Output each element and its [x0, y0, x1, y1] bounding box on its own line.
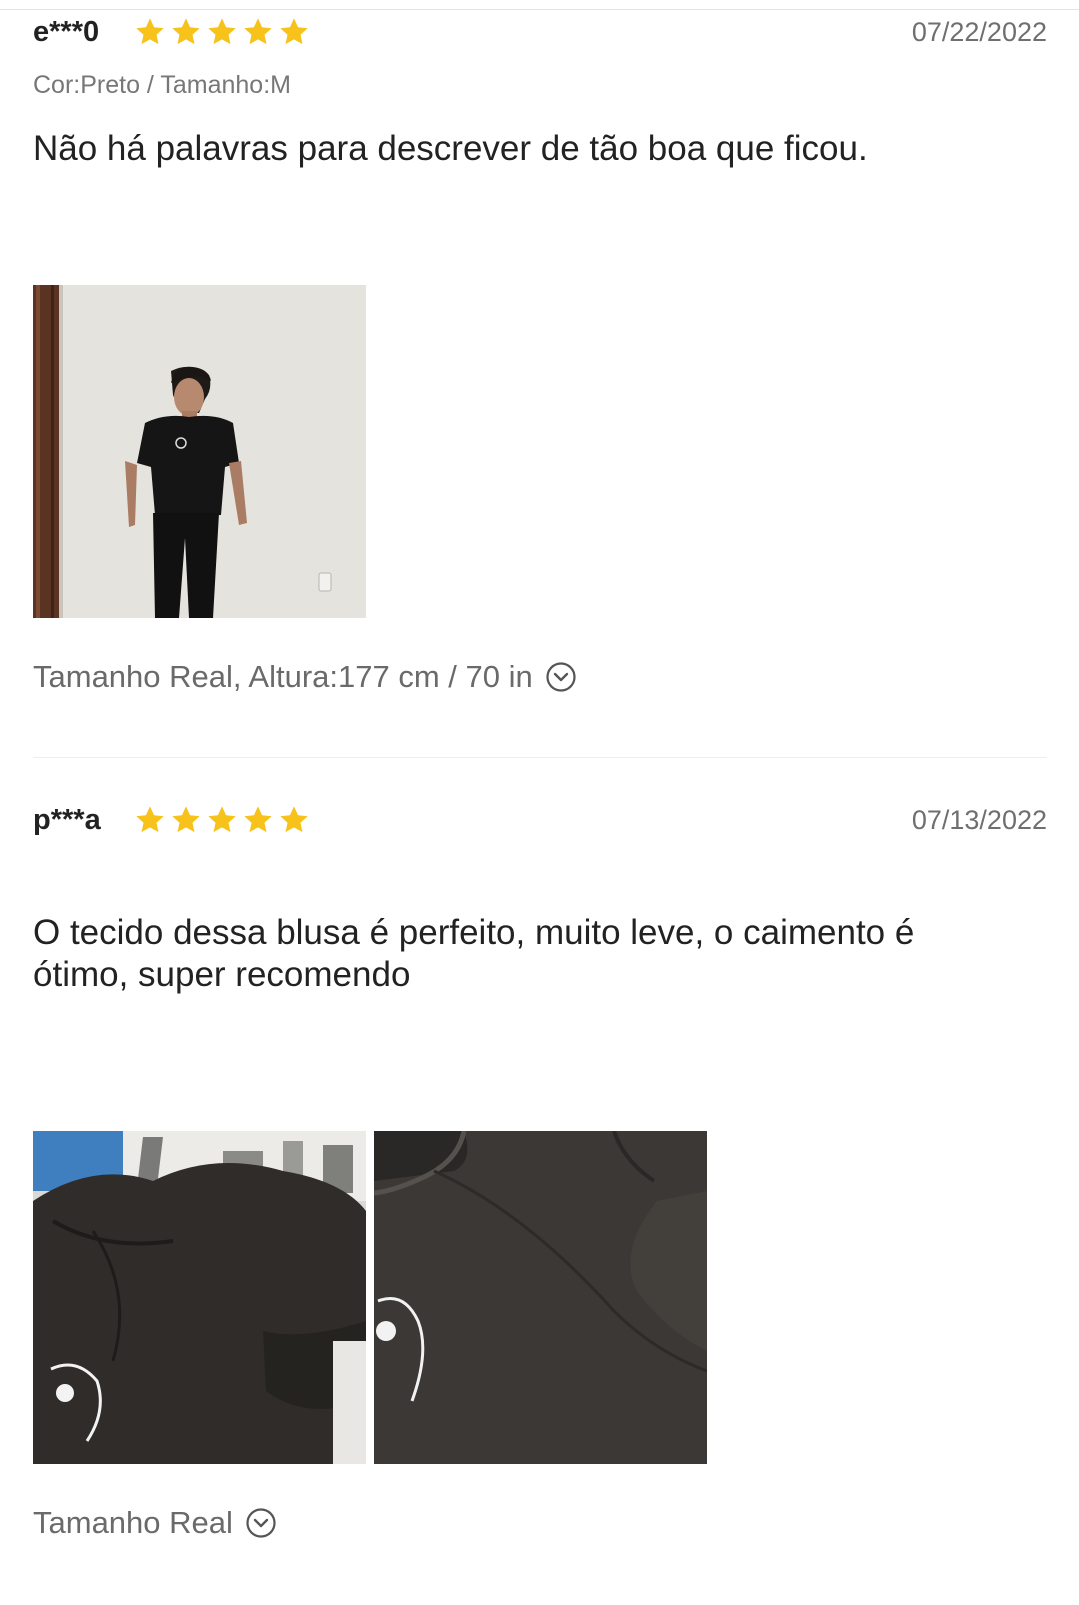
star-icon: [244, 18, 272, 45]
chevron-circle-down-icon[interactable]: [245, 1507, 277, 1539]
star-icon: [280, 806, 308, 833]
star-icon: [208, 806, 236, 833]
review-photos: [33, 1131, 707, 1464]
review-photos: [33, 285, 366, 618]
star-icon: [208, 18, 236, 45]
fit-text: Tamanho Real: [33, 1505, 233, 1540]
review-card: p***a 07/13/2022 O tecido dessa blusa é …: [33, 800, 1047, 1590]
reviewer-name: e***0: [33, 16, 100, 48]
review-date: 07/22/2022: [911, 17, 1047, 47]
product-variant: Cor:Preto / Tamanho:M: [33, 71, 291, 99]
fit-text: Tamanho Real, Altura:177 cm / 70 in: [33, 659, 533, 694]
chevron-circle-down-icon[interactable]: [545, 661, 577, 693]
review-photo-shirt-flat[interactable]: [33, 1131, 366, 1464]
reviewer-name: p***a: [33, 804, 101, 836]
star-rating: [134, 804, 310, 836]
fit-info[interactable]: Tamanho Real: [33, 1502, 277, 1544]
review-date: 07/13/2022: [911, 805, 1047, 835]
review-text: O tecido dessa blusa é perfeito, muito l…: [33, 913, 915, 994]
fit-info[interactable]: Tamanho Real, Altura:177 cm / 70 in: [33, 656, 577, 698]
star-icon: [136, 18, 164, 45]
review-photo-man-in-black-tshirt[interactable]: [33, 285, 366, 618]
review-header: e***0 07/22/2022: [33, 12, 1047, 52]
review-photo-shirt-closeup[interactable]: [374, 1131, 707, 1464]
review-card: e***0 07/22/2022 Cor:Preto / Tamanho:M N…: [33, 0, 1047, 760]
star-icon: [172, 18, 200, 45]
star-icon: [244, 806, 272, 833]
star-icon: [136, 806, 164, 833]
review-divider: [33, 757, 1047, 758]
star-icon: [172, 806, 200, 833]
review-header: p***a 07/13/2022: [33, 800, 1047, 840]
star-icon: [280, 18, 308, 45]
review-text: Não há palavras para descrever de tão bo…: [33, 129, 868, 168]
star-rating: [134, 16, 310, 48]
